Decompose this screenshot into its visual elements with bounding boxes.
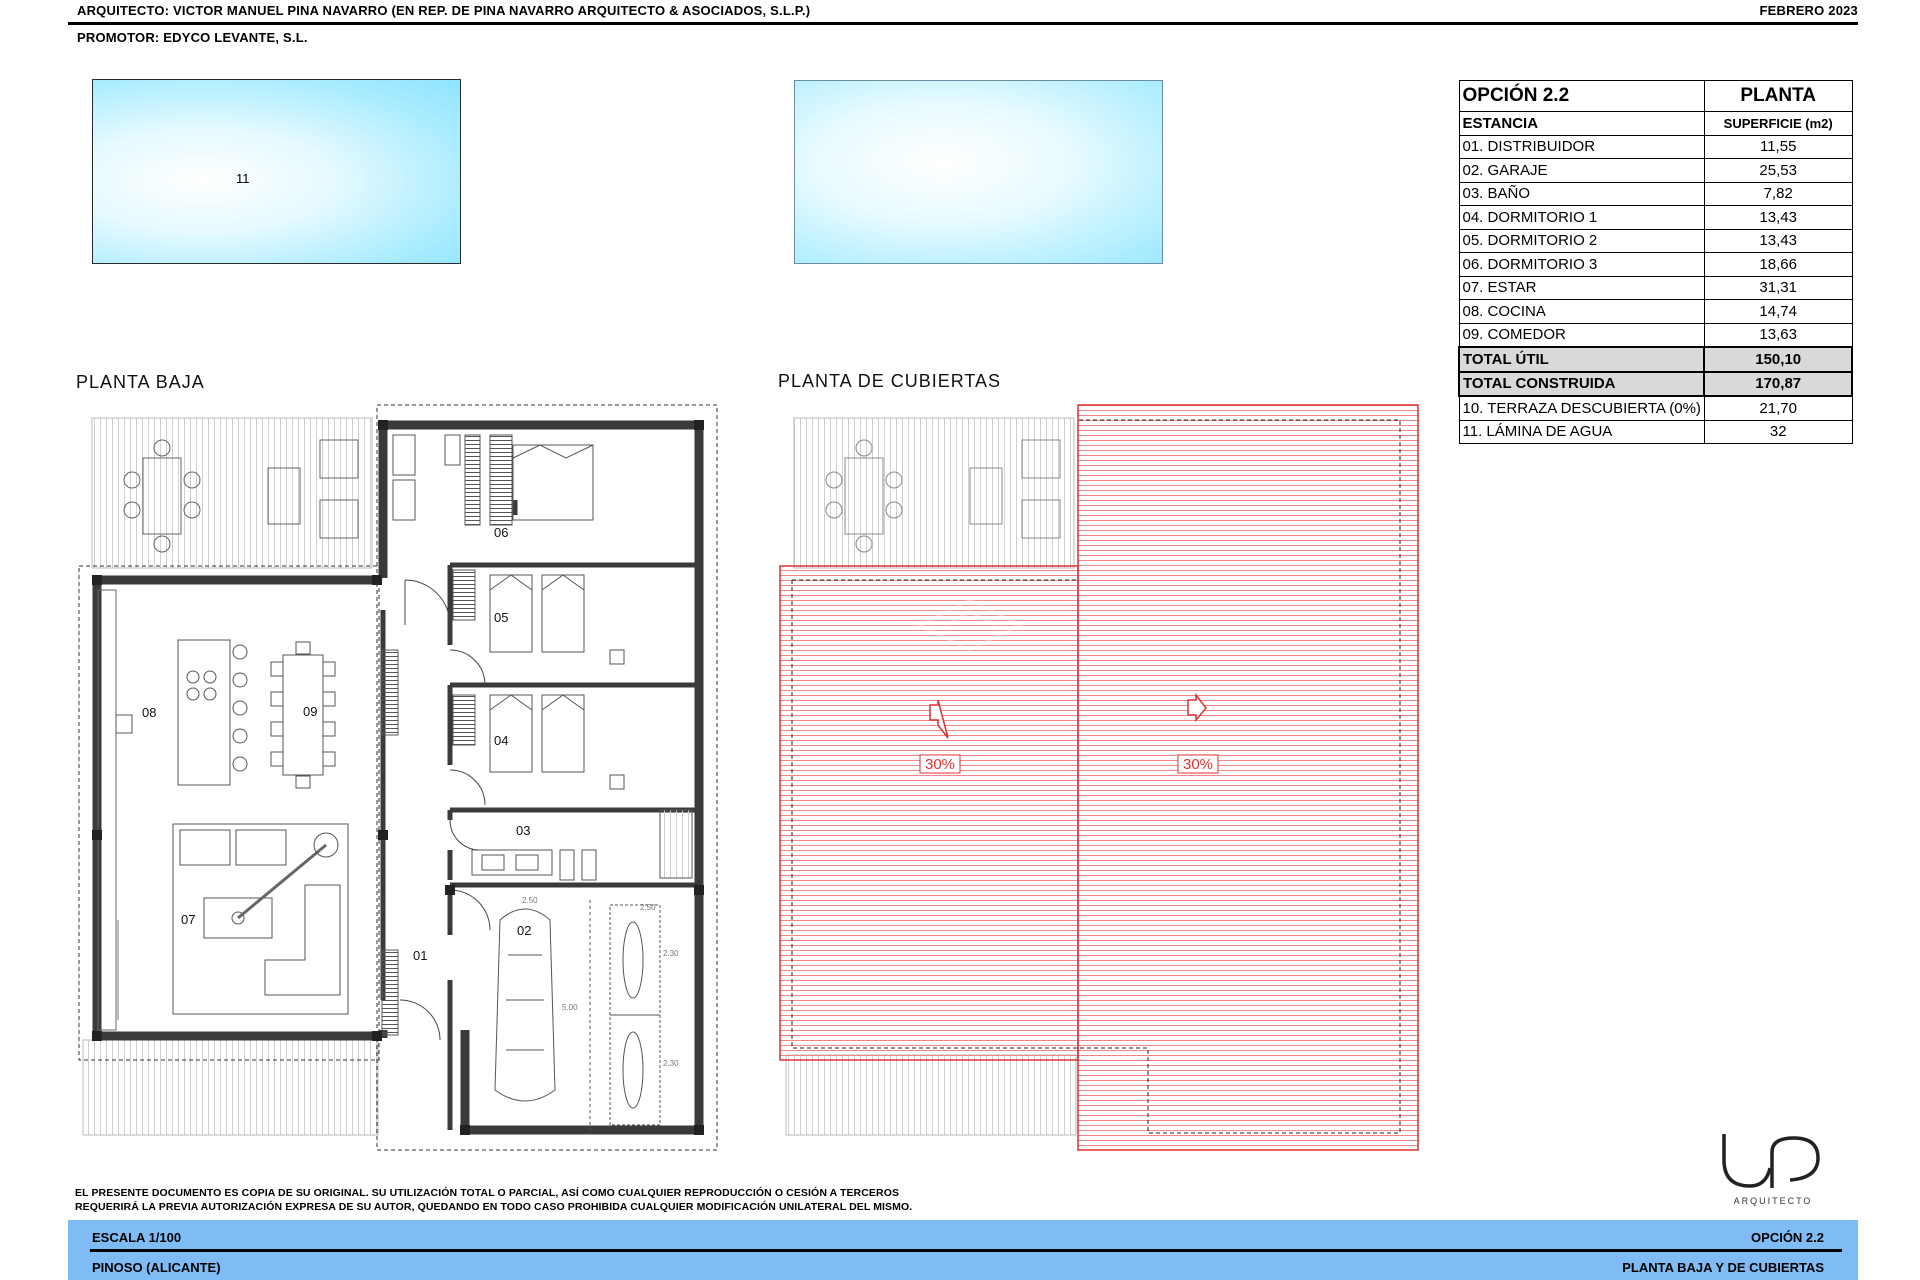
pool-roof-plan	[794, 80, 1163, 264]
total-util-row: TOTAL ÚTIL 150,10	[1457, 346, 1853, 373]
table-row: 10. TERRAZA DESCUBIERTA (0%) 21,70	[1458, 395, 1853, 421]
roof-plan-title: PLANTA DE CUBIERTAS	[778, 371, 1002, 391]
date: FEBRERO 2023	[1759, 3, 1858, 18]
room-label-06: 06	[494, 525, 508, 540]
header-rule	[68, 22, 1858, 25]
room-label-08: 08	[142, 705, 156, 720]
table-row: 02. GARAJE 25,53	[1458, 158, 1853, 183]
table-row: 07. ESTAR 31,31	[1458, 275, 1853, 300]
dim-label: 2.30	[663, 949, 679, 958]
room-label-09: 09	[303, 704, 317, 719]
table-row: 05. DORMITORIO 2 13,43	[1458, 228, 1853, 253]
room-label-04: 04	[494, 733, 508, 748]
room-label-03: 03	[516, 823, 530, 838]
footer-scale: ESCALA 1/100	[92, 1230, 182, 1245]
table-row: 08. COCINA 14,74	[1458, 299, 1853, 324]
pool-label: 11	[236, 171, 250, 186]
slope-label-right: 30%	[1183, 756, 1213, 773]
outline-right	[376, 404, 718, 1151]
dim-label: 2.50	[640, 903, 656, 912]
dim-label: 5.00	[562, 1003, 578, 1012]
promoter-line: PROMOTOR: EDYCO LEVANTE, S.L.	[77, 30, 308, 45]
dim-label: 2.50	[522, 896, 538, 905]
architect-logo: ARQUITECTO	[1722, 1134, 1820, 1206]
table-row: 09. COMEDOR 13,63	[1458, 322, 1853, 348]
ground-plan-title: PLANTA BAJA	[76, 372, 205, 392]
slope-label-left: 30%	[925, 756, 955, 773]
table-row: 04. DORMITORIO 1 13,43	[1458, 205, 1853, 230]
architect-line: ARQUITECTO: VICTOR MANUEL PINA NAVARRO (…	[77, 3, 811, 18]
ground-floor-plan: 01 02 03 04 05 06 07 08 09 2.50 2.30 2.3…	[78, 404, 718, 1151]
room-label-07: 07	[181, 912, 195, 927]
logo-text: ARQUITECTO	[1734, 1196, 1813, 1206]
table-row: 11. LÁMINA DE AGUA 32	[1458, 419, 1853, 444]
dim-label: 2.30	[663, 1059, 679, 1068]
footer-option: OPCIÓN 2.2	[1751, 1230, 1824, 1245]
roof-terrace-bottom	[785, 1054, 1077, 1136]
table-level: PLANTA	[1703, 80, 1853, 112]
total-construida-row: TOTAL CONSTRUIDA 170,87	[1457, 370, 1853, 397]
table-row: 01. DISTRIBUIDOR 11,55	[1458, 134, 1853, 159]
footer-rule	[90, 1249, 1842, 1252]
roof-slope-right	[1077, 404, 1419, 1151]
table-col-room: ESTANCIA	[1458, 111, 1705, 136]
roof-plan: 30% 30%	[779, 404, 1419, 1151]
table-col-area: SUPERFICIE (m2)	[1703, 111, 1853, 136]
room-label-01: 01	[413, 948, 427, 963]
area-table: OPCIÓN 2.2 PLANTA ESTANCIA SUPERFICIE (m…	[1457, 80, 1853, 444]
table-row: 03. BAÑO 7,82	[1458, 181, 1853, 206]
room-label-05: 05	[494, 610, 508, 625]
roof-slope-left	[779, 565, 1079, 1061]
disclaimer: EL PRESENTE DOCUMENTO ES COPIA DE SU ORI…	[75, 1187, 913, 1213]
footer-location: PINOSO (ALICANTE)	[92, 1260, 221, 1275]
pool-ground-plan: 11	[92, 79, 461, 264]
table-option: OPCIÓN 2.2	[1458, 80, 1705, 112]
footer-sheet: PLANTA BAJA Y DE CUBIERTAS	[1622, 1260, 1824, 1275]
terrace-bottom	[82, 1039, 379, 1136]
footer-bar: ESCALA 1/100 OPCIÓN 2.2 PINOSO (ALICANTE…	[68, 1220, 1858, 1280]
table-row: 06. DORMITORIO 3 18,66	[1458, 252, 1853, 277]
room-label-02: 02	[517, 923, 531, 938]
